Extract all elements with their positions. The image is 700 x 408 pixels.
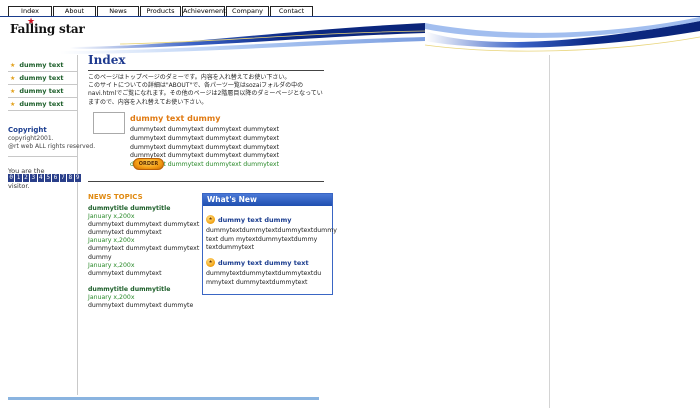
section-rule [88,181,324,182]
copyright-line: copyright2001. [8,135,54,142]
page-title: Index [88,53,126,67]
whats-new-item-text: dummytextdummytextdummytextdu mmytext du… [206,270,332,287]
visitor-counter: 0 1 2 3 4 5 6 7 8 9 [8,174,81,182]
sidebar-divider [8,156,77,157]
product-title: dummy text dummy [130,114,221,123]
intro-line: navi.htmlでご覧になれます。その他のページは2階層目以降のダミーページと… [88,90,323,98]
counter-digit: 6 [52,174,59,182]
side-nav-label: dummy text [19,61,64,69]
product-line: dummytext dummytext dummytext dummytext [130,134,280,142]
counter-digit: 4 [37,174,44,182]
news-text: dummytext dummytext dummytext [88,221,200,229]
news-title[interactable]: dummytitle dummytitle [88,205,200,213]
news-date: January x,200x [88,237,135,245]
copyright-title: Copyright [8,126,47,134]
header-wave-art [60,17,700,54]
whats-new-title-text: dummy text dummy text [218,258,309,267]
counter-digit: 8 [67,174,74,182]
whats-new-item: ★ dummy text dummy dummytextdummytextdum… [206,215,337,253]
title-rule [88,70,324,71]
whats-new-line: dummytextdummytextdummytextdummy [206,227,337,234]
counter-digit: 2 [22,174,30,182]
whats-new-line: text dum mytextdummytextdummy [206,235,318,243]
news-date: January x,200x [88,261,135,269]
whats-new-panel: What's New ★ dummy text dummy dummytextd… [202,193,337,295]
copyright-text: copyright2001. @rt web ALL rights reserv… [8,135,95,151]
site-logo[interactable]: Falling star [10,22,85,36]
news-date: January x,200x [88,293,135,301]
whats-new-line: mmytext dummytextdummytext [206,278,308,286]
star-bullet-icon: ★ [10,88,16,95]
counter-digit: 9 [74,174,81,182]
counter-digit: 7 [59,174,67,182]
side-nav-item[interactable]: ★ dummy text [8,59,77,72]
news-spacer [88,278,200,286]
counter-digit: 0 [8,174,15,182]
side-nav-label: dummy text [19,74,64,82]
side-nav-label: dummy text [19,87,64,95]
visitor-label: visitor. [8,182,30,190]
whats-new-line: textdummytext [206,244,254,251]
intro-line: このページはトップページのダミーです。内容を入れ替えてお使い下さい。 [88,74,291,81]
side-nav: ★ dummy text ★ dummy text ★ dummy text ★ dum… [8,59,77,111]
intro-text: このページはトップページのダミーです。内容を入れ替えてお使い下さい。 このサイト… [88,74,328,107]
whats-new-title-text: dummy text dummy [218,215,292,224]
whats-new-header: What's New [203,194,332,206]
side-nav-label: dummy text [19,100,64,108]
star-bullet-icon: ★ [10,62,16,69]
whats-new-item-text: dummytextdummytextdummytextdummy text du… [206,227,337,253]
counter-digit: 5 [44,174,52,182]
right-column-divider [549,55,550,408]
news-text: dummy [88,253,112,261]
news-topics-header: NEWS TOPICS [88,193,143,201]
whats-new-item-title[interactable]: ★ dummy text dummy text [206,258,332,267]
news-list: dummytitle dummytitle January x,200x dum… [88,205,200,310]
whats-new-item: ★ dummy text dummy text dummytextdummyte… [206,258,332,287]
star-bullet-icon: ★ [10,75,16,82]
news-text: dummytext dummytext [88,269,162,277]
counter-digit: 1 [15,174,22,182]
product-line: dummytext dummytext dummytext dummytext [130,143,280,151]
star-bullet-icon: ★ [10,101,16,108]
intro-line: ますので、内容を入れ替えてお使い下さい。 [88,98,208,106]
news-title[interactable]: dummytitle dummytitle [88,286,200,294]
news-date: January x,200x [88,213,135,221]
news-text: dummytext dummytext dummyte [88,302,194,310]
copyright-line: @rt web ALL rights reserved. [8,143,96,150]
whats-new-line: dummytextdummytextdummytextdu [206,270,322,277]
side-nav-item[interactable]: ★ dummy text [8,98,77,111]
product-line: dummytext dummytext dummytext dummytext [130,126,280,133]
news-text: dummytext dummytext [88,229,162,237]
order-button[interactable]: ORDER [133,158,164,170]
left-column-divider [77,55,78,395]
side-nav-item[interactable]: ★ dummy text [8,72,77,85]
product-thumbnail [93,112,125,134]
new-badge-icon: ★ [206,258,215,267]
whats-new-item-title[interactable]: ★ dummy text dummy [206,215,332,224]
footer-bar [8,397,319,400]
new-badge-icon: ★ [206,215,215,224]
counter-digit: 3 [30,174,37,182]
news-text: dummytext dummytext dummytext [88,245,200,253]
side-nav-item[interactable]: ★ dummy text [8,85,77,98]
